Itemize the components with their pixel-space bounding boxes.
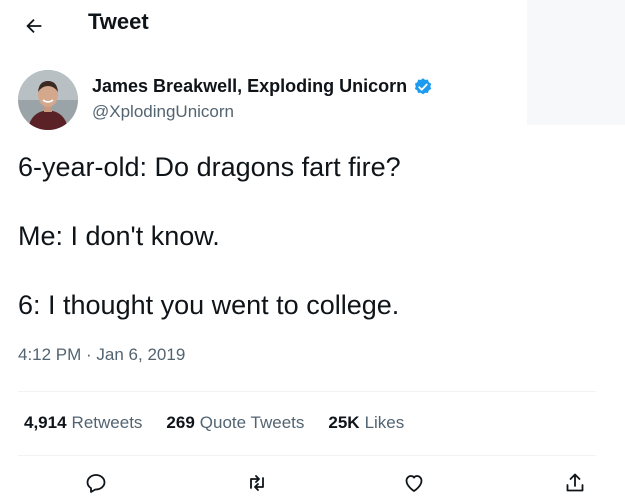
verified-badge-icon xyxy=(415,77,432,94)
retweets-stat[interactable]: 4,914 Retweets xyxy=(24,413,142,433)
arrow-left-icon xyxy=(26,18,42,34)
quote-tweets-label: Quote Tweets xyxy=(199,413,305,432)
tweet-line: 6: I thought you went to college. xyxy=(18,290,400,320)
tweet-actions xyxy=(0,466,625,500)
author-name[interactable]: James Breakwell, Exploding Unicorn xyxy=(92,76,433,97)
reply-button[interactable] xyxy=(81,468,111,498)
quote-tweets-stat[interactable]: 269 Quote Tweets xyxy=(166,413,304,433)
back-button[interactable] xyxy=(18,10,50,42)
reply-icon xyxy=(86,474,106,493)
share-button[interactable] xyxy=(560,468,590,498)
divider xyxy=(18,455,596,456)
tweet-line: 6-year-old: Do dragons fart fire? xyxy=(18,152,401,182)
likes-stat[interactable]: 25K Likes xyxy=(328,413,404,433)
tweet-text: 6-year-old: Do dragons fart fire? Me: I … xyxy=(18,150,608,357)
tweet-timestamp[interactable]: 4:12 PM · Jan 6, 2019 xyxy=(18,345,185,365)
retweet-icon xyxy=(250,475,264,491)
like-button[interactable] xyxy=(399,468,429,498)
divider xyxy=(18,391,596,392)
quote-tweets-count: 269 xyxy=(166,413,195,432)
retweet-button[interactable] xyxy=(242,468,272,498)
tweet-stats: 4,914 Retweets 269 Quote Tweets 25K Likes xyxy=(24,413,404,433)
author-handle[interactable]: @XplodingUnicorn xyxy=(92,102,234,122)
page-title: Tweet xyxy=(88,9,149,34)
author-name-label: James Breakwell, Exploding Unicorn xyxy=(92,76,408,96)
share-icon xyxy=(566,473,584,492)
retweets-label: Retweets xyxy=(71,413,143,432)
likes-count: 25K xyxy=(328,413,360,432)
retweets-count: 4,914 xyxy=(24,413,67,432)
avatar[interactable] xyxy=(18,70,78,130)
likes-label: Likes xyxy=(364,413,405,432)
like-icon xyxy=(405,475,423,492)
page-header: Tweet xyxy=(0,0,625,50)
tweet-line: Me: I don't know. xyxy=(18,221,220,251)
avatar-image xyxy=(18,70,78,130)
